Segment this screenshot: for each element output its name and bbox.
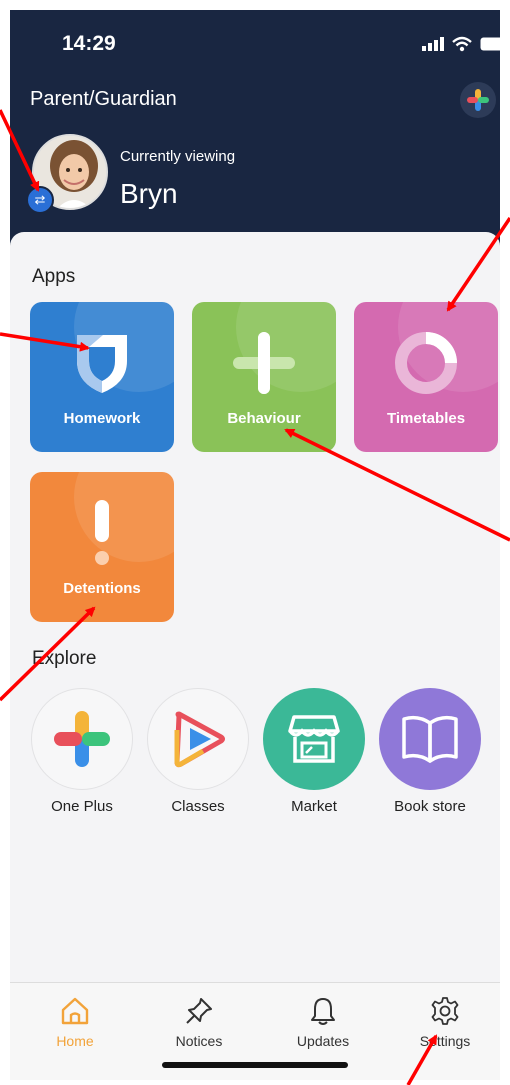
app-label-detentions: Detentions <box>63 580 141 597</box>
switch-student-icon[interactable]: ⇄ <box>26 186 54 214</box>
role-title: Parent/Guardian <box>30 88 177 110</box>
header: 14:29 Parent/Guardian ⇄ Currently viewin… <box>10 10 500 260</box>
explore-label-market: Market <box>291 798 337 815</box>
book-icon <box>402 715 458 763</box>
bell-icon <box>311 998 335 1025</box>
play-icon <box>174 711 225 768</box>
phone-screen: 14:29 Parent/Guardian ⇄ Currently viewin… <box>10 10 500 1080</box>
explore-classes[interactable]: Classes <box>146 688 250 815</box>
add-account-button[interactable] <box>460 82 496 118</box>
one-plus-icon <box>54 711 110 767</box>
storefront-icon <box>288 715 340 763</box>
app-label-timetables: Timetables <box>386 410 466 427</box>
explore-section-label: Explore <box>32 648 97 669</box>
explore-label-one-plus: One Plus <box>51 798 113 815</box>
explore-label-classes: Classes <box>171 798 225 815</box>
student-name: Bryn <box>120 178 178 209</box>
explore-book-store[interactable]: Book store <box>378 688 482 815</box>
exclamation-icon <box>95 500 109 565</box>
explore-market[interactable]: Market <box>262 688 366 815</box>
app-tile-behaviour[interactable]: Behaviour <box>192 302 336 452</box>
content-sheet: Apps Homework Behaviour Timetables Deten… <box>10 232 500 982</box>
apps-section-label: Apps <box>32 266 76 287</box>
app-tile-homework[interactable]: Homework <box>30 302 174 452</box>
nav-home[interactable]: Home <box>20 993 130 1049</box>
colorful-plus-icon <box>467 89 489 111</box>
battery-icon <box>480 37 500 51</box>
plus-icon <box>233 332 295 394</box>
app-label-behaviour: Behaviour <box>227 410 301 427</box>
nav-label-notices: Notices <box>175 1033 223 1049</box>
explore-one-plus[interactable]: One Plus <box>30 688 134 815</box>
app-tile-timetables[interactable]: Timetables <box>354 302 498 452</box>
app-tile-detentions[interactable]: Detentions <box>30 472 174 622</box>
currently-viewing-label: Currently viewing <box>120 148 236 165</box>
nav-label-home: Home <box>56 1033 94 1049</box>
home-indicator <box>162 1062 348 1068</box>
nav-label-updates: Updates <box>296 1033 350 1049</box>
explore-label-book-store: Book store <box>394 798 466 815</box>
signal-icon <box>422 37 444 51</box>
home-icon <box>61 997 89 1025</box>
wifi-icon <box>452 36 472 52</box>
nav-updates[interactable]: Updates <box>268 993 378 1049</box>
nav-label-settings: Settings <box>419 1033 471 1049</box>
app-label-homework: Homework <box>63 410 141 427</box>
nav-settings[interactable]: Settings <box>390 993 500 1049</box>
shield-icon <box>77 335 127 393</box>
nav-notices[interactable]: Notices <box>144 993 254 1049</box>
gear-icon <box>431 997 459 1025</box>
status-time: 14:29 <box>62 32 116 55</box>
pin-icon <box>186 998 212 1024</box>
status-icons <box>422 36 500 52</box>
donut-icon <box>395 332 457 394</box>
